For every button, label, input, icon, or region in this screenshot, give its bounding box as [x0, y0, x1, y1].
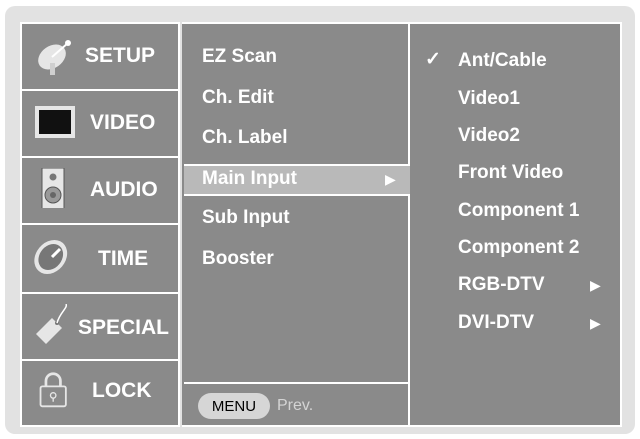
tag-icon	[36, 304, 68, 344]
input-option-rgb-dtv[interactable]: RGB-DTV	[458, 274, 545, 296]
menu-item-booster[interactable]: Booster	[202, 248, 274, 270]
menu-item-sub-input[interactable]: Sub Input	[202, 207, 290, 229]
category-label: TIME	[98, 247, 149, 270]
satellite-dish-icon	[38, 39, 71, 75]
category-label: SETUP	[85, 44, 156, 67]
category-audio[interactable]: AUDIO	[20, 158, 180, 223]
submenu-arrow-icon: ▶	[385, 171, 396, 187]
input-option-dvi-dtv[interactable]: DVI-DTV	[458, 312, 534, 334]
menu-button[interactable]: MENU	[198, 393, 270, 419]
input-option-video2[interactable]: Video2	[458, 125, 520, 147]
speaker-icon	[41, 168, 65, 208]
checkmark-icon: ✓	[425, 49, 441, 70]
menu-item-ch-label[interactable]: Ch. Label	[202, 127, 288, 149]
input-option-video1[interactable]: Video1	[458, 88, 520, 110]
category-lock[interactable]: LOCK	[20, 361, 180, 425]
input-option-component-1[interactable]: Component 1	[458, 200, 579, 222]
category-special[interactable]: SPECIAL	[20, 294, 180, 359]
input-option-ant-cable[interactable]: Ant/Cable	[458, 50, 547, 72]
submenu-arrow-icon: ▶	[590, 277, 601, 293]
category-label: SPECIAL	[78, 316, 170, 339]
category-setup[interactable]: SETUP	[20, 24, 180, 89]
category-video[interactable]: VIDEO	[20, 91, 180, 156]
divider	[184, 382, 410, 384]
menu-item-ch-edit[interactable]: Ch. Edit	[202, 87, 274, 109]
category-label: LOCK	[92, 379, 152, 402]
category-label: VIDEO	[90, 111, 156, 134]
padlock-icon	[39, 372, 67, 408]
category-time[interactable]: TIME	[20, 225, 180, 292]
clock-icon	[34, 240, 68, 274]
menu-item-ez-scan[interactable]: EZ Scan	[202, 46, 277, 68]
input-option-front-video[interactable]: Front Video	[458, 162, 563, 184]
category-label: AUDIO	[90, 178, 158, 201]
input-option-component-2[interactable]: Component 2	[458, 237, 579, 259]
monitor-icon	[35, 106, 75, 138]
menu-item-main-input[interactable]: Main Input	[202, 168, 297, 190]
input-submenu-panel	[410, 22, 622, 427]
submenu-arrow-icon: ▶	[590, 315, 601, 331]
prev-label: Prev.	[277, 397, 314, 414]
